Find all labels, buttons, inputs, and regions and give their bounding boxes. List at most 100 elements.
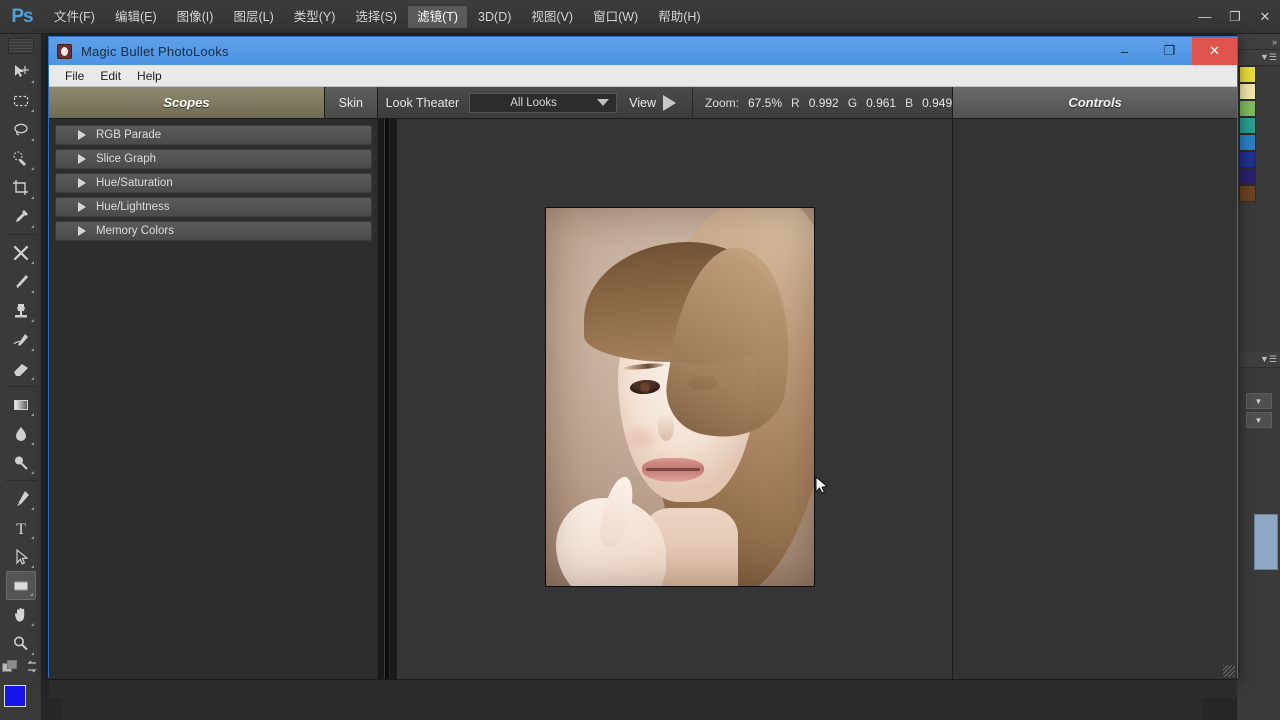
move-tool[interactable]: [6, 57, 36, 86]
dock-panel-menu-1[interactable]: ▼☰: [1237, 50, 1280, 66]
foreground-color-swatch[interactable]: [2, 684, 27, 708]
rectangle-shape-tool[interactable]: [5, 571, 36, 600]
eyedropper-tool[interactable]: [6, 202, 36, 231]
ps-menu-view[interactable]: 视图(V): [522, 6, 582, 28]
r-value: 0.992: [808, 95, 839, 110]
dialog-menu-file[interactable]: File: [57, 67, 92, 85]
swatch-yellow[interactable]: [1239, 66, 1256, 83]
panel-body-upper: [1237, 202, 1280, 352]
tab-skin[interactable]: Skin: [324, 87, 378, 118]
g-label: G: [847, 95, 858, 110]
history-brush-tool[interactable]: [6, 325, 36, 354]
screen: Ps 文件(F) 编辑(E) 图像(I) 图层(L) 类型(Y) 选择(S) 滤…: [0, 0, 1280, 720]
toolbar-divider: [5, 234, 36, 235]
dodge-tool[interactable]: [6, 448, 36, 477]
ps-minimize-button[interactable]: —: [1190, 4, 1220, 30]
marquee-tool[interactable]: [6, 86, 36, 115]
ps-close-button[interactable]: ✕: [1250, 4, 1280, 30]
crop-tool[interactable]: [6, 173, 36, 202]
swatch-blue[interactable]: [1239, 134, 1256, 151]
dock-collapse-button[interactable]: »: [1237, 34, 1280, 50]
swatches-panel: [1237, 66, 1280, 202]
toolbar-grip[interactable]: [7, 38, 34, 54]
play-triangle-icon[interactable]: [662, 94, 676, 111]
swatch-brown[interactable]: [1239, 185, 1256, 202]
properties-panel-tab[interactable]: [1254, 514, 1278, 570]
panel-body-mid: [1237, 368, 1280, 390]
ps-menu-file[interactable]: 文件(F): [45, 6, 104, 28]
dialog-header-row: Scopes Skin Look Theater All Looks View …: [49, 87, 1237, 119]
look-theater-label: Look Theater: [385, 95, 460, 110]
dialog-title: Magic Bullet PhotoLooks: [81, 43, 229, 59]
ps-menu-select[interactable]: 选择(S): [346, 6, 406, 28]
ps-menu-edit[interactable]: 编辑(E): [106, 6, 166, 28]
swatch-pale-yellow[interactable]: [1239, 83, 1256, 100]
dialog-titlebar[interactable]: Magic Bullet PhotoLooks – ❐ ✕: [49, 37, 1237, 65]
pen-tool[interactable]: [6, 484, 36, 513]
quick-mask-icon[interactable]: [2, 660, 18, 679]
controls-panel[interactable]: [952, 119, 1237, 679]
scope-item-hue-lightness[interactable]: Hue/Lightness: [55, 197, 372, 217]
chevron-right-icon: [78, 226, 86, 236]
swatch-green[interactable]: [1239, 100, 1256, 117]
panel-splitter[interactable]: [379, 119, 397, 679]
dialog-resize-grip[interactable]: [1223, 665, 1235, 677]
zoom-tool[interactable]: [6, 629, 36, 658]
ps-menu-window[interactable]: 窗口(W): [584, 6, 647, 28]
tab-scopes[interactable]: Scopes: [49, 87, 325, 118]
swatch-dark-blue[interactable]: [1239, 151, 1256, 168]
tab-controls[interactable]: Controls: [953, 87, 1237, 118]
screen-mode-icon[interactable]: [25, 660, 39, 679]
brush-tool[interactable]: [6, 267, 36, 296]
dialog-minimize-button[interactable]: –: [1102, 37, 1147, 65]
eraser-tool[interactable]: [6, 354, 36, 383]
g-value: 0.961: [866, 95, 897, 110]
swatch-teal[interactable]: [1239, 117, 1256, 134]
dialog-maximize-button[interactable]: ❐: [1147, 37, 1192, 65]
ps-menu-help[interactable]: 帮助(H): [649, 6, 709, 28]
layers-panel-menu[interactable]: ▼☰: [1237, 352, 1280, 368]
scope-item-slice-graph[interactable]: Slice Graph: [55, 149, 372, 169]
chevron-right-icon: [78, 154, 86, 164]
toolbar-divider-3: [5, 480, 36, 481]
lasso-tool[interactable]: [6, 115, 36, 144]
ps-menu-3d[interactable]: 3D(D): [469, 6, 520, 28]
scope-item-label: RGB Parade: [96, 129, 162, 141]
ps-menu-image[interactable]: 图像(I): [168, 6, 223, 28]
healing-brush-tool[interactable]: [6, 238, 36, 267]
dialog-window-controls: – ❐ ✕: [1102, 37, 1237, 65]
b-value: 0.949: [922, 95, 953, 110]
scope-item-hue-saturation[interactable]: Hue/Saturation: [55, 173, 372, 193]
ps-menu-filter[interactable]: 滤镜(T): [408, 5, 468, 28]
dialog-menu-edit[interactable]: Edit: [92, 67, 129, 85]
scope-item-rgb-parade[interactable]: RGB Parade: [55, 125, 372, 145]
blur-tool[interactable]: [6, 419, 36, 448]
ps-menu-layer[interactable]: 图层(L): [224, 6, 282, 28]
swatch-navy[interactable]: [1239, 168, 1256, 185]
scope-item-label: Slice Graph: [96, 153, 157, 165]
zoom-label: Zoom:: [704, 95, 739, 110]
looks-select[interactable]: All Looks: [469, 92, 618, 113]
dialog-close-button[interactable]: ✕: [1192, 37, 1237, 65]
mouse-cursor: [815, 475, 829, 496]
panel-dropdown-1[interactable]: ▼: [1245, 393, 1272, 409]
dialog-content: RGB Parade Slice Graph Hue/Saturation Hu…: [49, 119, 1237, 679]
color-swatches[interactable]: [2, 684, 38, 719]
type-tool[interactable]: T: [6, 513, 36, 542]
gradient-tool[interactable]: [6, 390, 36, 419]
path-selection-tool[interactable]: [6, 542, 36, 571]
quick-selection-tool[interactable]: [6, 144, 36, 173]
dialog-menu-help[interactable]: Help: [129, 67, 170, 85]
photoshop-window-controls: — ❐ ✕: [1190, 0, 1280, 34]
portrait-preview-image[interactable]: [545, 207, 815, 587]
clone-stamp-tool[interactable]: [6, 296, 36, 325]
b-label: B: [905, 95, 914, 110]
zoom-readout: Zoom: 67.5% R 0.992 G 0.961 B 0.949: [691, 87, 953, 118]
ps-maximize-button[interactable]: ❐: [1220, 4, 1250, 30]
ps-menu-type[interactable]: 类型(Y): [285, 6, 345, 28]
chevron-right-icon: [78, 178, 86, 188]
preview-panel[interactable]: [397, 119, 952, 679]
panel-dropdown-2[interactable]: ▼: [1245, 412, 1272, 428]
scope-item-memory-colors[interactable]: Memory Colors: [55, 221, 372, 241]
hand-tool[interactable]: [6, 600, 36, 629]
